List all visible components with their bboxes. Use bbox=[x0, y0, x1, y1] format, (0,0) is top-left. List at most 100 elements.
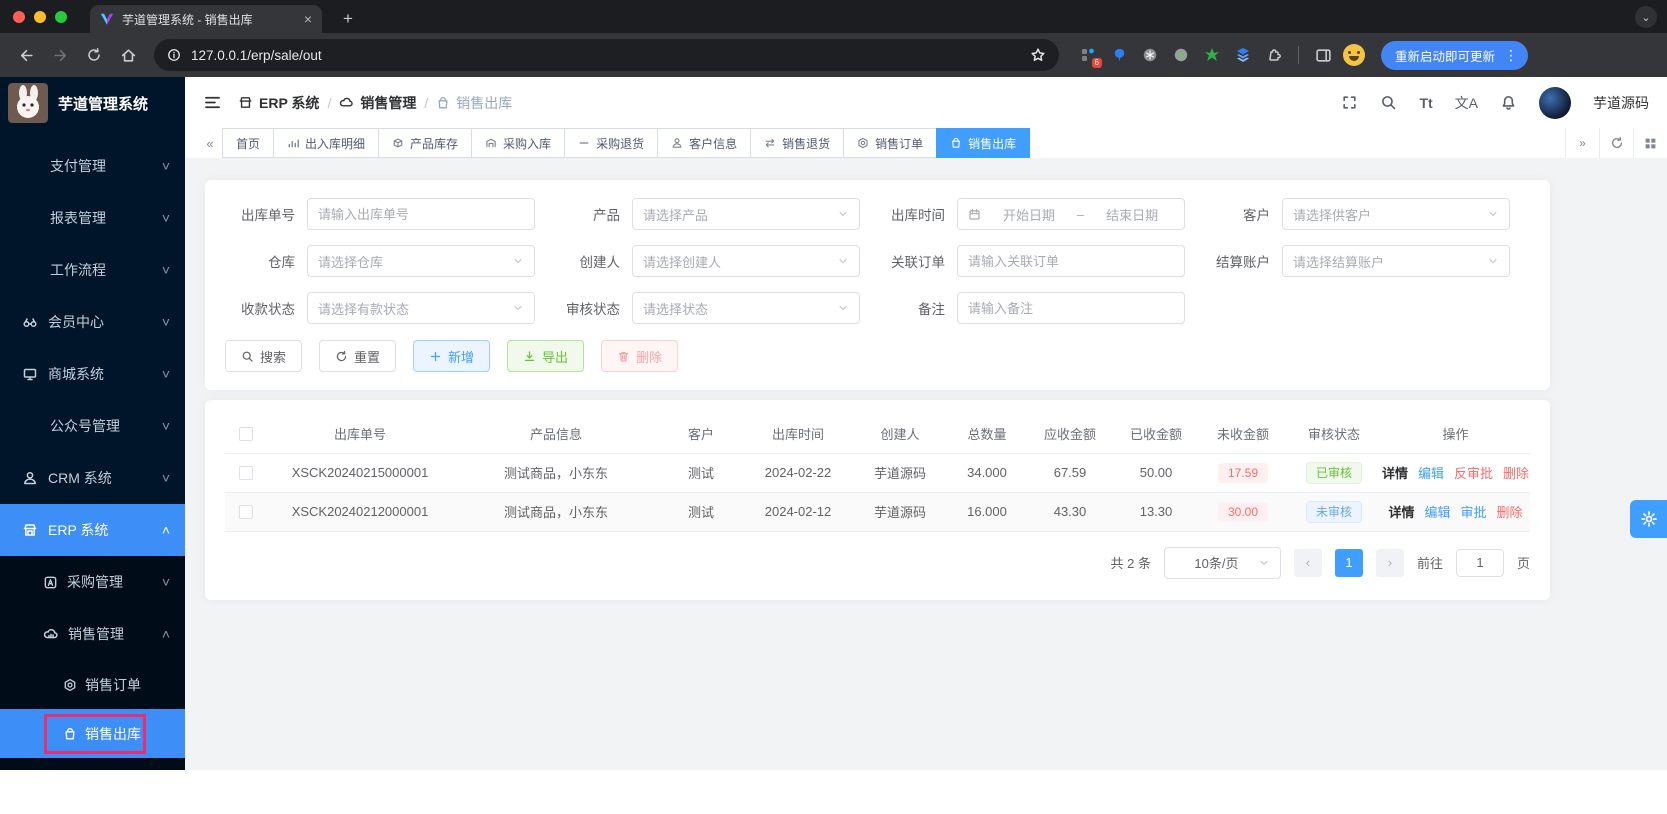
unapprove-link[interactable]: 反审批 bbox=[1454, 463, 1493, 482]
sidebar-item-payment[interactable]: 支付管理 ˅ bbox=[0, 140, 185, 192]
devtools-extension-icon[interactable] bbox=[1232, 43, 1254, 67]
new-tab-button[interactable]: + bbox=[336, 7, 360, 31]
next-page-button[interactable]: › bbox=[1375, 548, 1404, 577]
audit-status-select[interactable]: 请选择状态 bbox=[632, 292, 860, 324]
bookmark-star-icon[interactable] bbox=[1030, 47, 1046, 63]
refresh-tab-icon[interactable] bbox=[1599, 128, 1633, 158]
adblock-extension-icon[interactable]: 6 bbox=[1077, 43, 1102, 68]
payment-status-select[interactable]: 请选择有款状态 bbox=[307, 292, 535, 324]
balloon-extension-icon[interactable] bbox=[1108, 43, 1130, 67]
tab-sale-out[interactable]: 销售出库 bbox=[936, 128, 1031, 158]
scroll-tabs-left-icon[interactable]: « bbox=[197, 136, 223, 151]
customer-select[interactable]: 请选择供客户 bbox=[1282, 198, 1510, 230]
product-select[interactable]: 请选择产品 bbox=[632, 198, 860, 230]
creator-select[interactable]: 请选择创建人 bbox=[632, 245, 860, 277]
browser-tab[interactable]: 芋道管理系统 - 销售出库 × bbox=[90, 5, 322, 33]
breadcrumb-label: ERP 系统 bbox=[259, 94, 320, 111]
tab-label: 采购入库 bbox=[503, 136, 552, 151]
row-checkbox[interactable] bbox=[239, 466, 253, 481]
home-icon[interactable] bbox=[114, 41, 142, 69]
username[interactable]: 芋道源码 bbox=[1593, 93, 1649, 113]
delete-button[interactable]: 删除 bbox=[601, 340, 679, 372]
sidebar-item-crm[interactable]: CRM 系统 ˅ bbox=[0, 452, 185, 504]
sidebar-item-label: ERP 系统 bbox=[48, 522, 109, 538]
search-button[interactable]: 搜索 bbox=[225, 340, 303, 372]
sidebar-item-workflow[interactable]: 工作流程 ˅ bbox=[0, 244, 185, 296]
sidebar-item-member[interactable]: 会员中心 ˅ bbox=[0, 296, 185, 348]
export-button[interactable]: 导出 bbox=[507, 340, 585, 372]
record-extension-icon[interactable] bbox=[1170, 43, 1192, 67]
reload-icon[interactable] bbox=[80, 41, 108, 69]
chrome-menu-icon[interactable]: ⋮ bbox=[1504, 47, 1522, 64]
prev-page-button[interactable]: ‹ bbox=[1293, 548, 1322, 577]
tab-sale-order[interactable]: 销售订单 bbox=[843, 128, 938, 158]
maximize-window-icon[interactable] bbox=[55, 10, 67, 23]
tab-search-icon[interactable]: ⌄ bbox=[1635, 6, 1657, 28]
breadcrumb-item-sale[interactable]: 销售管理 bbox=[339, 93, 416, 113]
approve-link[interactable]: 审批 bbox=[1461, 502, 1487, 521]
extensions-puzzle-icon[interactable] bbox=[1263, 43, 1285, 67]
goto-page-input[interactable]: 1 bbox=[1455, 548, 1504, 577]
detail-link[interactable]: 详情 bbox=[1388, 502, 1414, 521]
locale-icon[interactable]: 文A bbox=[1455, 93, 1478, 113]
sidebar-item-sale[interactable]: 销售管理 ˄ bbox=[0, 608, 185, 660]
pinwheel-extension-icon[interactable] bbox=[1201, 43, 1223, 67]
minimize-window-icon[interactable] bbox=[34, 10, 46, 23]
page-size-select[interactable]: 10条/页 bbox=[1163, 546, 1281, 579]
logo-row[interactable]: 芋道管理系统 bbox=[0, 77, 185, 129]
side-panel-icon[interactable] bbox=[1312, 43, 1334, 67]
column-header: 客户 bbox=[659, 414, 743, 454]
close-window-icon[interactable] bbox=[13, 10, 25, 23]
remark-input[interactable] bbox=[957, 292, 1185, 324]
add-button[interactable]: 新增 bbox=[413, 340, 491, 372]
user-avatar[interactable] bbox=[1539, 86, 1571, 119]
delete-link[interactable]: 删除 bbox=[1497, 502, 1523, 521]
tab-customer-info[interactable]: 客户信息 bbox=[657, 128, 752, 158]
tab-sale-return[interactable]: 销售退货 bbox=[750, 128, 845, 158]
chrome-update-button[interactable]: 重新启动即可更新 ⋮ bbox=[1381, 40, 1529, 70]
reset-button[interactable]: 重置 bbox=[319, 340, 397, 372]
font-size-icon[interactable]: Tt bbox=[1419, 95, 1432, 111]
edit-link[interactable]: 编辑 bbox=[1418, 463, 1444, 482]
tab-purchase-return[interactable]: 采购退货 bbox=[564, 128, 659, 158]
cell-creator: 芋道源码 bbox=[853, 492, 947, 532]
hamburger-icon[interactable] bbox=[203, 93, 222, 112]
sidebar-item-erp[interactable]: ERP 系统 ˄ bbox=[0, 504, 185, 556]
back-icon[interactable] bbox=[12, 41, 40, 69]
scroll-tabs-right-icon[interactable]: » bbox=[1565, 128, 1599, 158]
search-icon[interactable] bbox=[1380, 94, 1397, 111]
sidebar-item-sale-out[interactable]: 销售出库 bbox=[0, 709, 185, 758]
related-order-input[interactable] bbox=[957, 245, 1185, 277]
profile-avatar-icon[interactable] bbox=[1343, 43, 1365, 67]
sidebar-item-wechat[interactable]: 公众号管理 ˅ bbox=[0, 400, 185, 452]
warehouse-select[interactable]: 请选择仓库 bbox=[307, 245, 535, 277]
date-range-picker[interactable]: 开始日期 – 结束日期 bbox=[957, 198, 1185, 230]
snowflake-extension-icon[interactable] bbox=[1139, 43, 1161, 67]
settle-account-select[interactable]: 请选择结算账户 bbox=[1282, 245, 1510, 277]
sidebar-item-sale-order[interactable]: 销售订单 bbox=[0, 660, 185, 709]
row-checkbox[interactable] bbox=[239, 505, 253, 520]
detail-link[interactable]: 详情 bbox=[1382, 463, 1408, 482]
fullscreen-icon[interactable] bbox=[1341, 94, 1358, 111]
page-number-current[interactable]: 1 bbox=[1334, 548, 1363, 577]
sidebar-item-report[interactable]: 报表管理 ˅ bbox=[0, 192, 185, 244]
forward-icon[interactable] bbox=[46, 41, 74, 69]
select-all-checkbox[interactable] bbox=[239, 427, 253, 442]
sidebar-item-purchase[interactable]: 采购管理 ˅ bbox=[0, 556, 185, 608]
tab-options-grid-icon[interactable] bbox=[1633, 128, 1667, 158]
close-tab-icon[interactable]: × bbox=[304, 11, 312, 27]
tab-product-stock[interactable]: 产品库存 bbox=[378, 128, 473, 158]
order-no-input[interactable] bbox=[307, 198, 535, 230]
tab-purchase-in[interactable]: 采购入库 bbox=[471, 128, 566, 158]
delete-link[interactable]: 删除 bbox=[1503, 463, 1529, 482]
tab-home[interactable]: 首页 bbox=[222, 128, 275, 158]
site-info-icon[interactable] bbox=[167, 48, 181, 62]
address-bar[interactable]: 127.0.0.1/erp/sale/out bbox=[154, 39, 1059, 71]
tab-stock-record[interactable]: 出入库明细 bbox=[273, 128, 380, 158]
edit-link[interactable]: 编辑 bbox=[1424, 502, 1450, 521]
settings-drawer-button[interactable] bbox=[1630, 500, 1667, 538]
sidebar-item-mall[interactable]: 商城系统 ˅ bbox=[0, 348, 185, 400]
bell-icon[interactable] bbox=[1500, 94, 1517, 111]
breadcrumb-item-erp[interactable]: ERP 系统 bbox=[238, 93, 319, 113]
chevron-down-icon bbox=[512, 302, 524, 314]
